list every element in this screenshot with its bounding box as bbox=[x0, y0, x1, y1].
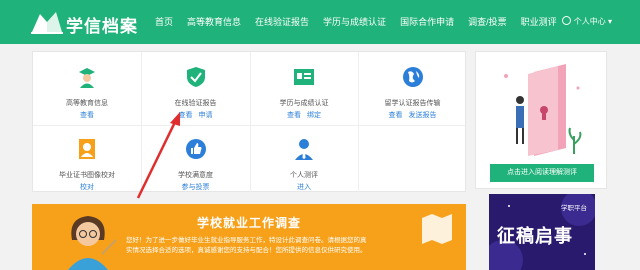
nav-online-verification-report[interactable]: 在线验证报告 bbox=[248, 0, 316, 44]
survey-text-line-2: 实情况选择合适的选项，真诚感谢您的支持与配合！您所提供的信息仅供研究使用。 bbox=[126, 247, 367, 254]
reading-assessment-button[interactable]: 点击进入阅读理解测评 bbox=[490, 164, 594, 182]
employment-survey-banner[interactable]: 学校就业工作调查 您好！为了进一步做好毕业生就业指导服务工作，特设计此调查问卷。… bbox=[32, 204, 466, 270]
ad-tag: 学职平台 bbox=[561, 205, 587, 212]
view-link[interactable]: 查看 bbox=[80, 112, 94, 119]
service-degree-grade-certification: 学历与成绩认证 查看 绑定 bbox=[250, 66, 358, 120]
apply-link[interactable]: 申请 bbox=[199, 112, 213, 119]
globe-icon bbox=[402, 67, 423, 87]
nav-survey-vote[interactable]: 调查/投票 bbox=[461, 0, 514, 44]
service-higher-education-info: 高等教育信息 查看 bbox=[33, 66, 141, 120]
user-center-menu[interactable]: 个人中心 ▾ bbox=[561, 0, 612, 44]
send-report-link[interactable]: 发送报告 bbox=[409, 112, 437, 119]
survey-text-line-1: 您好！为了进一步做好毕业生就业指导服务工作，特设计此调查问卷。请根据您的真 bbox=[126, 237, 367, 244]
service-title: 留学认证报告传输 bbox=[384, 100, 441, 107]
bind-link[interactable]: 绑定 bbox=[307, 112, 321, 119]
view-link[interactable]: 查看 bbox=[179, 112, 193, 119]
view-link[interactable]: 查看 bbox=[389, 112, 403, 119]
call-for-papers-ad[interactable]: 学职平台 征稿启事 bbox=[489, 194, 595, 270]
thumbs-up-icon bbox=[185, 139, 206, 159]
brand-title[interactable]: 学信档案 bbox=[66, 12, 138, 37]
nav-career-assessment[interactable]: 职业测评 bbox=[514, 0, 564, 44]
verify-shield-icon bbox=[186, 67, 205, 87]
service-personal-assessment: 个人测评 进入 bbox=[250, 138, 358, 192]
nav-higher-education-info[interactable]: 高等教育信息 bbox=[180, 0, 248, 44]
map-illustration bbox=[422, 214, 452, 244]
enter-link[interactable]: 进入 bbox=[297, 184, 311, 191]
nav-degree-grade-certification[interactable]: 学历与成绩认证 bbox=[316, 0, 393, 44]
service-title: 个人测评 bbox=[290, 172, 318, 179]
service-title: 学历与成绩认证 bbox=[279, 100, 329, 107]
top-navigation-bar: 学信档案 首页 高等教育信息 在线验证报告 学历与成绩认证 国际合作申请 调查/… bbox=[0, 0, 640, 44]
survey-description: 您好！为了进一步做好毕业生就业指导服务工作，特设计此调查问卷。请根据您的真 实情… bbox=[126, 236, 416, 256]
nav-home[interactable]: 首页 bbox=[148, 0, 180, 44]
service-study-abroad-report: 留学认证报告传输 查看 发送报告 bbox=[358, 66, 467, 120]
photo-id-icon bbox=[79, 139, 95, 159]
graduate-icon bbox=[79, 68, 95, 88]
service-online-verification-report: 在线验证报告 查看 申请 bbox=[141, 66, 250, 120]
services-panel: 高等教育信息 查看 在线验证报告 查看 申请 学历与成绩认证 查看 绑定 留学认证报… bbox=[32, 51, 467, 193]
proofread-link[interactable]: 校对 bbox=[80, 184, 94, 191]
door-illustration bbox=[504, 64, 582, 156]
logo-book-icon[interactable] bbox=[30, 8, 64, 36]
divider bbox=[33, 125, 467, 126]
survey-title: 学校就业工作调查 bbox=[196, 216, 301, 230]
service-title: 毕业证书图像校对 bbox=[59, 172, 115, 179]
service-title: 学校满意度 bbox=[178, 172, 213, 179]
main-nav: 首页 高等教育信息 在线验证报告 学历与成绩认证 国际合作申请 调查/投票 职业… bbox=[148, 0, 564, 44]
service-title: 高等教育信息 bbox=[66, 100, 108, 107]
view-link[interactable]: 查看 bbox=[287, 112, 301, 119]
service-title: 在线验证报告 bbox=[174, 100, 217, 107]
service-school-satisfaction: 学校满意度 参与投票 bbox=[141, 138, 250, 192]
person-tie-icon bbox=[295, 139, 313, 160]
vote-link[interactable]: 参与投票 bbox=[182, 184, 210, 191]
nav-international-cooperation[interactable]: 国际合作申请 bbox=[393, 0, 461, 44]
certificate-icon bbox=[294, 69, 314, 85]
ad-title: 征稿启事 bbox=[497, 226, 573, 246]
user-icon bbox=[561, 16, 571, 25]
chevron-down-icon: ▾ bbox=[607, 17, 612, 26]
user-center-label: 个人中心 bbox=[573, 17, 606, 26]
service-diploma-image-proofread: 毕业证书图像校对 校对 bbox=[33, 138, 141, 192]
